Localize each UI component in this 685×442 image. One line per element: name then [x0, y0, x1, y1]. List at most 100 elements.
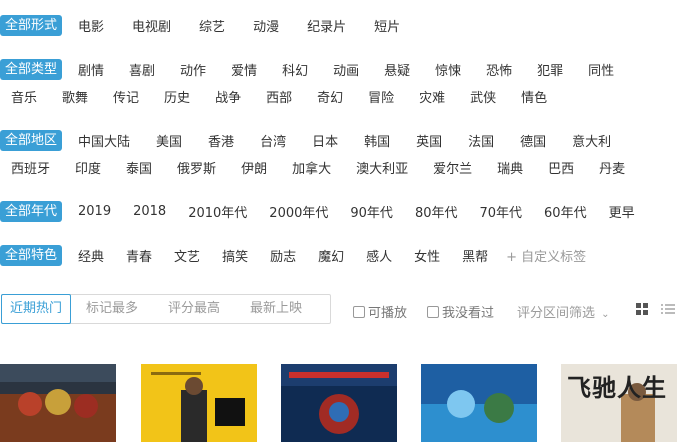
- filter-type-option[interactable]: 动画: [333, 60, 359, 79]
- filter-form-option[interactable]: 电影: [78, 16, 104, 35]
- filter-row-type: 全部类型 剧情 喜剧 动作 爱情 科幻 动画 悬疑 惊悚 恐怖 犯罪 同性: [0, 58, 614, 80]
- sort-tabs: 近期热门 标记最多 评分最高 最新上映: [1, 294, 331, 324]
- filter-region-all[interactable]: 全部地区: [0, 129, 63, 151]
- playable-checkbox[interactable]: 可播放: [353, 302, 407, 321]
- checkbox-box[interactable]: [427, 305, 439, 318]
- filter-type-option[interactable]: 悬疑: [384, 60, 410, 79]
- filter-era-option[interactable]: 80年代: [415, 202, 458, 221]
- filter-row-type-2: 音乐 歌舞 传记 历史 战争 西部 奇幻 冒险 灾难 武侠 情色: [11, 85, 547, 107]
- movie-poster[interactable]: 飞驰人生: [561, 364, 677, 442]
- movie-poster[interactable]: [421, 364, 537, 442]
- filter-region-option[interactable]: 伊朗: [241, 158, 267, 177]
- filter-type-option[interactable]: 喜剧: [129, 60, 155, 79]
- poster-title: 飞驰人生: [567, 373, 667, 402]
- filter-region-option[interactable]: 印度: [75, 158, 101, 177]
- grid-view-icon[interactable]: [636, 303, 648, 315]
- filter-type-option[interactable]: 奇幻: [317, 87, 343, 106]
- tab-newest[interactable]: 最新上映: [235, 295, 317, 323]
- filter-form-option[interactable]: 短片: [374, 16, 400, 35]
- filter-type-option[interactable]: 同性: [588, 60, 614, 79]
- filter-form-option[interactable]: 综艺: [199, 16, 225, 35]
- filter-feature-option[interactable]: 黑帮: [462, 246, 488, 265]
- filter-era-option[interactable]: 2018: [133, 204, 166, 219]
- poster-image: [0, 364, 116, 442]
- filter-region-option[interactable]: 巴西: [548, 158, 574, 177]
- filter-region-option[interactable]: 韩国: [364, 131, 390, 150]
- filter-feature-option[interactable]: 经典: [78, 246, 104, 265]
- filter-region-option[interactable]: 爱尔兰: [433, 158, 472, 177]
- filter-feature-all[interactable]: 全部特色: [0, 244, 63, 266]
- filter-region-option[interactable]: 加拿大: [292, 158, 331, 177]
- filter-region-option[interactable]: 美国: [156, 131, 182, 150]
- chevron-down-icon: ⌄: [601, 309, 610, 320]
- playable-label: 可播放: [368, 306, 408, 321]
- filter-feature-option[interactable]: 文艺: [174, 246, 200, 265]
- filter-region-option[interactable]: 泰国: [126, 158, 152, 177]
- filter-form-option[interactable]: 动漫: [253, 16, 279, 35]
- not-seen-checkbox[interactable]: 我没看过: [427, 302, 494, 321]
- filter-era-option[interactable]: 90年代: [350, 202, 393, 221]
- filter-form-option[interactable]: 电视剧: [132, 16, 171, 35]
- filter-row-era: 全部年代 2019 2018 2010年代 2000年代 90年代 80年代 7…: [0, 200, 635, 222]
- filter-region-option[interactable]: 意大利: [572, 131, 611, 150]
- filter-type-option[interactable]: 情色: [521, 87, 547, 106]
- movie-poster[interactable]: [141, 364, 257, 442]
- filter-type-option[interactable]: 武侠: [470, 87, 496, 106]
- filter-region-option[interactable]: 日本: [312, 131, 338, 150]
- filter-type-option[interactable]: 犯罪: [537, 60, 563, 79]
- filter-feature-option[interactable]: 魔幻: [318, 246, 344, 265]
- filter-feature-option[interactable]: 女性: [414, 246, 440, 265]
- filter-type-option[interactable]: 传记: [113, 87, 139, 106]
- filter-era-all[interactable]: 全部年代: [0, 200, 63, 222]
- filter-type-option[interactable]: 冒险: [368, 87, 394, 106]
- checkbox-box[interactable]: [353, 305, 365, 318]
- movie-poster[interactable]: [0, 364, 116, 442]
- filter-region-option[interactable]: 德国: [520, 131, 546, 150]
- filter-type-option[interactable]: 科幻: [282, 60, 308, 79]
- filter-region-option[interactable]: 法国: [468, 131, 494, 150]
- filter-type-option[interactable]: 音乐: [11, 87, 37, 106]
- filter-era-option[interactable]: 2000年代: [269, 202, 328, 221]
- filter-type-option[interactable]: 历史: [164, 87, 190, 106]
- filter-era-option[interactable]: 2019: [78, 204, 111, 219]
- score-range-dropdown[interactable]: 评分区间筛选 ⌄: [517, 302, 610, 321]
- filter-type-option[interactable]: 恐怖: [486, 60, 512, 79]
- filter-form-option[interactable]: 纪录片: [307, 16, 346, 35]
- tab-recent-hot[interactable]: 近期热门: [1, 294, 71, 324]
- filter-type-option[interactable]: 动作: [180, 60, 206, 79]
- filter-region-option[interactable]: 英国: [416, 131, 442, 150]
- filter-type-option[interactable]: 剧情: [78, 60, 104, 79]
- filter-era-option[interactable]: 2010年代: [188, 202, 247, 221]
- filter-type-option[interactable]: 灾难: [419, 87, 445, 106]
- filter-era-option[interactable]: 更早: [609, 202, 635, 221]
- poster-image: [421, 364, 537, 442]
- filter-form-all[interactable]: 全部形式: [0, 14, 63, 36]
- filter-era-option[interactable]: 60年代: [544, 202, 587, 221]
- filter-region-option[interactable]: 俄罗斯: [177, 158, 216, 177]
- filter-era-option[interactable]: 70年代: [479, 202, 522, 221]
- filter-region-option[interactable]: 澳大利亚: [356, 158, 408, 177]
- tab-top-rated[interactable]: 评分最高: [153, 295, 235, 323]
- filter-region-option[interactable]: 台湾: [260, 131, 286, 150]
- list-view-icon[interactable]: [661, 303, 675, 315]
- filter-row-form: 全部形式 电影 电视剧 综艺 动漫 纪录片 短片: [0, 14, 400, 36]
- filter-type-option[interactable]: 惊悚: [435, 60, 461, 79]
- filter-region-option[interactable]: 瑞典: [497, 158, 523, 177]
- custom-tag-button[interactable]: + 自定义标签: [506, 246, 586, 265]
- filter-row-region: 全部地区 中国大陆 美国 香港 台湾 日本 韩国 英国 法国 德国 意大利: [0, 129, 611, 151]
- filter-type-option[interactable]: 爱情: [231, 60, 257, 79]
- filter-type-option[interactable]: 战争: [215, 87, 241, 106]
- filter-type-option[interactable]: 西部: [266, 87, 292, 106]
- tab-most-marked[interactable]: 标记最多: [71, 295, 153, 323]
- filter-region-option[interactable]: 西班牙: [11, 158, 50, 177]
- filter-feature-option[interactable]: 搞笑: [222, 246, 248, 265]
- filter-feature-option[interactable]: 感人: [366, 246, 392, 265]
- filter-region-option[interactable]: 中国大陆: [78, 131, 130, 150]
- filter-feature-option[interactable]: 青春: [126, 246, 152, 265]
- movie-poster[interactable]: [281, 364, 397, 442]
- filter-type-option[interactable]: 歌舞: [62, 87, 88, 106]
- filter-feature-option[interactable]: 励志: [270, 246, 296, 265]
- filter-type-all[interactable]: 全部类型: [0, 58, 63, 80]
- filter-region-option[interactable]: 香港: [208, 131, 234, 150]
- filter-region-option[interactable]: 丹麦: [599, 158, 625, 177]
